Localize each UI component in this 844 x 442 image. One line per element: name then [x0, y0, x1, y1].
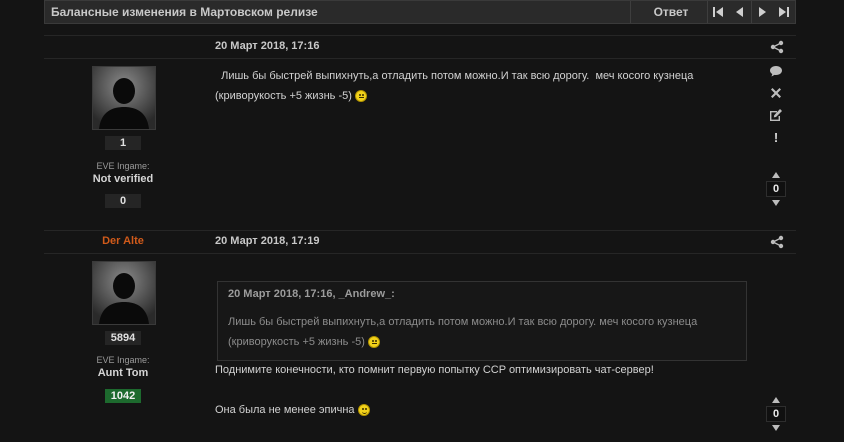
post-header: Der Alte 20 Март 2018, 17:19	[44, 230, 796, 254]
downvote-button[interactable]	[766, 424, 786, 432]
post-body: Поднимите конечности, кто помнит первую …	[215, 360, 654, 420]
eve-ingame-label: EVE Ingame:	[96, 161, 150, 171]
post-text-line-wrap: (криворукость +5 жизнь -5)	[215, 86, 693, 106]
eve-ingame-name: Not verified	[92, 173, 154, 185]
first-page-button[interactable]	[707, 1, 729, 23]
reputation-badge: 0	[105, 194, 141, 208]
last-page-button[interactable]	[773, 1, 795, 23]
eve-ingame-name: Aunt Tom	[97, 367, 149, 379]
arrow-up-icon	[772, 172, 780, 178]
post-text-line: (криворукость +5 жизнь -5)	[215, 90, 352, 102]
smile-smiley-icon	[357, 404, 370, 417]
quote-icon[interactable]	[766, 60, 786, 82]
share-icon[interactable]	[770, 235, 784, 249]
arrow-down-icon	[772, 425, 780, 431]
upvote-button[interactable]	[766, 396, 786, 404]
post-text-line: Лишь бы быстрей выпихнуть,а отладить пот…	[215, 70, 694, 82]
share-icon[interactable]	[770, 40, 784, 54]
quote-text: Лишь бы быстрей выпихнуть,а отладить пот…	[228, 312, 697, 352]
thread-title: Балансные изменения в Мартовском релизе	[51, 5, 318, 19]
edit-icon[interactable]	[766, 104, 786, 126]
quote-header: 20 Март 2018, 17:16, _Andrew_:	[228, 288, 395, 300]
avatar-silhouette-icon	[93, 67, 155, 129]
post-count: 1	[105, 136, 141, 150]
post-author[interactable]: Der Alte	[44, 235, 202, 247]
eve-ingame-label: EVE Ingame:	[96, 355, 150, 365]
quote-block: 20 Март 2018, 17:16, _Andrew_: Лишь бы б…	[217, 281, 747, 361]
avatar[interactable]	[92, 261, 156, 325]
post-count: 5894	[105, 331, 141, 345]
quote-text-line: Лишь бы быстрей выпихнуть,а отладить пот…	[228, 316, 698, 328]
prev-page-button[interactable]	[729, 1, 751, 23]
delete-icon[interactable]	[766, 82, 786, 104]
post-date: 20 Март 2018, 17:16	[215, 40, 320, 52]
post-actions: !	[766, 60, 786, 148]
last-page-icon	[779, 7, 789, 17]
quote-text-line-wrap: (криворукость +5 жизнь -5)	[228, 332, 697, 352]
next-page-button[interactable]	[751, 1, 773, 23]
forum-post: 20 Март 2018, 17:16 1 EVE Ingame: Not ve…	[44, 35, 796, 229]
forum-post: Der Alte 20 Март 2018, 17:19 5894 EVE In…	[44, 230, 796, 442]
post-body: Лишь бы быстрей выпихнуть,а отладить пот…	[215, 66, 693, 106]
confused-smiley-icon	[367, 336, 380, 349]
first-page-icon	[713, 7, 723, 17]
thread-header-bar: Балансные изменения в Мартовском релизе …	[44, 0, 796, 24]
avatar[interactable]	[92, 66, 156, 130]
reputation-badge: 1042	[105, 389, 141, 403]
post-date: 20 Март 2018, 17:19	[215, 235, 320, 247]
post-header: 20 Март 2018, 17:16	[44, 35, 796, 59]
post-text-line-wrap: Она была не менее эпична	[215, 400, 654, 420]
vote-score: 0	[766, 406, 786, 422]
downvote-button[interactable]	[766, 199, 786, 207]
avatar-silhouette-icon	[93, 262, 155, 324]
vote-widget: 0	[766, 171, 786, 207]
vote-score: 0	[766, 181, 786, 197]
next-page-icon	[759, 7, 766, 17]
arrow-down-icon	[772, 200, 780, 206]
post-text-line: Поднимите конечности, кто помнит первую …	[215, 364, 654, 376]
arrow-up-icon	[772, 397, 780, 403]
quote-text-line: (криворукость +5 жизнь -5)	[228, 336, 365, 348]
confused-smiley-icon	[354, 90, 367, 103]
prev-page-icon	[736, 7, 743, 17]
upvote-button[interactable]	[766, 171, 786, 179]
post-text-line: Она была не менее эпична	[215, 404, 355, 416]
vote-widget: 0	[766, 396, 786, 432]
reply-button[interactable]: Ответ	[631, 1, 711, 23]
report-icon[interactable]: !	[766, 126, 786, 148]
